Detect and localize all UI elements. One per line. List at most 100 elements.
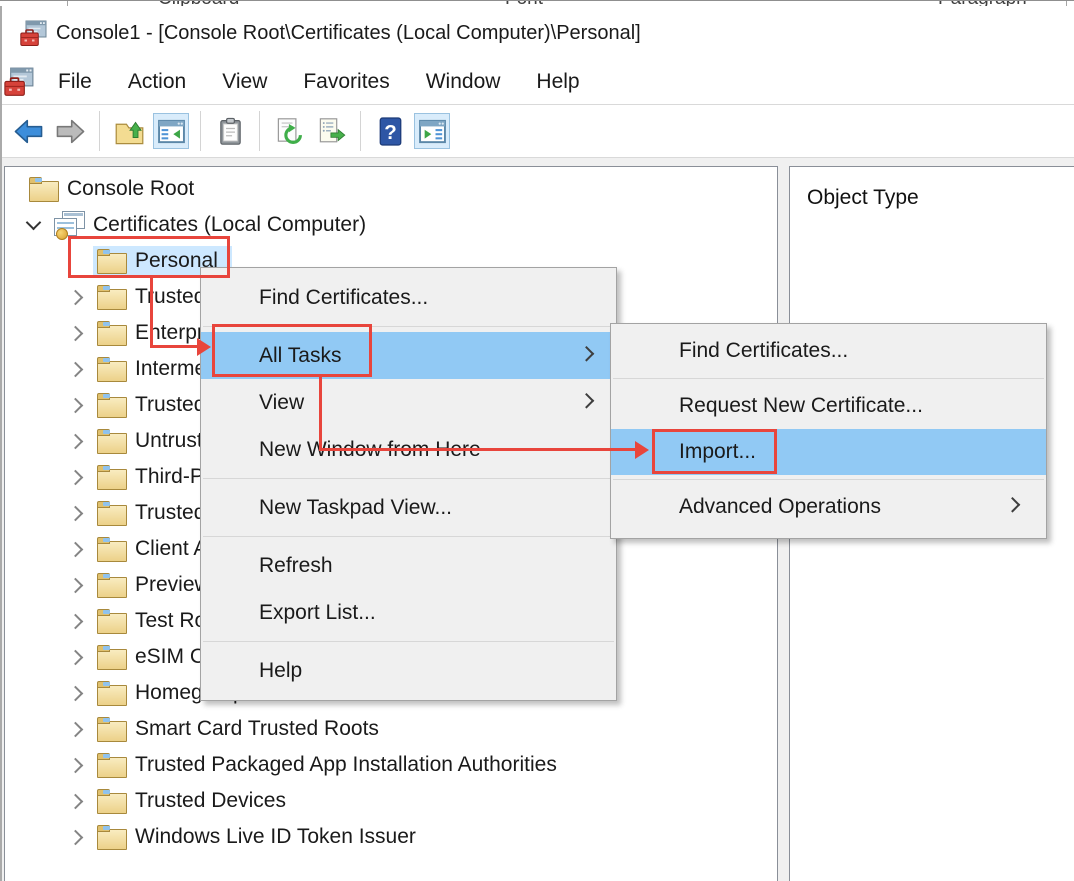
folder-icon bbox=[97, 753, 127, 778]
chevron-right-icon[interactable] bbox=[61, 544, 93, 555]
menu-action[interactable]: Action bbox=[110, 70, 204, 94]
folder-icon bbox=[97, 285, 127, 310]
up-one-level-icon bbox=[115, 117, 144, 146]
chevron-right-icon[interactable] bbox=[61, 436, 93, 447]
menu-item-label: All Tasks bbox=[259, 344, 341, 368]
refresh-button[interactable] bbox=[271, 113, 307, 149]
menu-item-help[interactable]: Help bbox=[201, 647, 616, 694]
chevron-right-icon[interactable] bbox=[61, 400, 93, 411]
submenu-arrow-icon bbox=[579, 346, 595, 362]
back-icon bbox=[14, 117, 43, 146]
menu-separator bbox=[203, 536, 614, 537]
chevron-right-icon[interactable] bbox=[61, 364, 93, 375]
up-one-level-button[interactable] bbox=[111, 113, 147, 149]
folder-icon bbox=[97, 825, 127, 850]
menu-separator bbox=[203, 326, 614, 327]
tree-item-console-root[interactable]: Console Root bbox=[5, 171, 777, 207]
tree-item-body: Certificates (Local Computer) bbox=[47, 208, 380, 242]
menu-item-find-certificates[interactable]: Find Certificates... bbox=[201, 274, 616, 321]
show-console-tree-icon bbox=[157, 117, 186, 146]
chevron-down-icon[interactable] bbox=[19, 222, 47, 228]
chevron-glyph bbox=[25, 215, 41, 231]
refresh-icon bbox=[275, 117, 304, 146]
menu-item-view[interactable]: View bbox=[201, 379, 616, 426]
folder-icon bbox=[97, 717, 127, 742]
clipboard-button[interactable] bbox=[212, 113, 248, 149]
tree-item-label: Console Root bbox=[67, 177, 194, 201]
menu-item-label: Find Certificates... bbox=[259, 286, 428, 310]
chevron-glyph bbox=[67, 361, 83, 377]
chevron-right-icon[interactable] bbox=[61, 472, 93, 483]
menu-item-label: New Window from Here bbox=[259, 438, 481, 462]
toolbar-separator bbox=[259, 111, 260, 151]
chevron-glyph bbox=[67, 829, 83, 845]
title-bar: Console1 - [Console Root\Certificates (L… bbox=[2, 6, 1074, 60]
folder-icon bbox=[97, 321, 127, 346]
chevron-right-icon[interactable] bbox=[61, 616, 93, 627]
folder-icon bbox=[97, 357, 127, 382]
back-button[interactable] bbox=[10, 113, 46, 149]
menu-favorites[interactable]: Favorites bbox=[285, 70, 407, 94]
menu-item-label: View bbox=[259, 391, 304, 415]
menu-view[interactable]: View bbox=[204, 70, 285, 94]
menu-window[interactable]: Window bbox=[408, 70, 519, 94]
menu-item-export-list[interactable]: Export List... bbox=[201, 589, 616, 636]
chevron-right-icon[interactable] bbox=[61, 724, 93, 735]
chevron-right-icon[interactable] bbox=[61, 580, 93, 591]
console-window-icon[interactable] bbox=[4, 67, 34, 97]
menu-file[interactable]: File bbox=[40, 70, 110, 94]
chevron-right-icon[interactable] bbox=[61, 832, 93, 843]
menu-bar: FileActionViewFavoritesWindowHelp bbox=[2, 60, 1074, 105]
tree-item-trusted-packaged-app-installation-authorities[interactable]: Trusted Packaged App Installation Author… bbox=[5, 747, 777, 783]
help-icon: ? bbox=[376, 117, 405, 146]
tree-item-windows-live-id-token-issuer[interactable]: Windows Live ID Token Issuer bbox=[5, 819, 777, 855]
chevron-right-icon[interactable] bbox=[61, 292, 93, 303]
chevron-glyph bbox=[67, 505, 83, 521]
chevron-glyph bbox=[67, 685, 83, 701]
chevron-right-icon[interactable] bbox=[61, 328, 93, 339]
menu-item-label: Request New Certificate... bbox=[679, 394, 923, 418]
menu-item-label: Export List... bbox=[259, 601, 376, 625]
tree-item-smart-card-trusted-roots[interactable]: Smart Card Trusted Roots bbox=[5, 711, 777, 747]
menu-help[interactable]: Help bbox=[518, 70, 597, 94]
tree-item-label: Trusted Packaged App Installation Author… bbox=[135, 753, 557, 777]
menu-item-import[interactable]: Import... bbox=[611, 429, 1046, 475]
menu-bar-items: FileActionViewFavoritesWindowHelp bbox=[40, 70, 598, 94]
folder-icon bbox=[97, 537, 127, 562]
folder-icon bbox=[97, 393, 127, 418]
chevron-right-icon[interactable] bbox=[61, 652, 93, 663]
menu-separator bbox=[613, 479, 1044, 480]
mmc-app-icon bbox=[20, 20, 47, 47]
export-list-button[interactable] bbox=[313, 113, 349, 149]
chevron-right-icon[interactable] bbox=[61, 688, 93, 699]
menu-item-all-tasks[interactable]: All Tasks bbox=[201, 332, 616, 379]
show-console-tree-button[interactable] bbox=[153, 113, 189, 149]
menu-item-find-certificates[interactable]: Find Certificates... bbox=[611, 328, 1046, 374]
tree-item-trusted-devices[interactable]: Trusted Devices bbox=[5, 783, 777, 819]
chevron-right-icon[interactable] bbox=[61, 760, 93, 771]
menu-item-new-window-from-here[interactable]: New Window from Here bbox=[201, 426, 616, 473]
toolbar-separator bbox=[200, 111, 201, 151]
tree-item-label: Certificates (Local Computer) bbox=[93, 213, 366, 237]
menu-separator bbox=[613, 378, 1044, 379]
show-action-pane-button[interactable] bbox=[414, 113, 450, 149]
tree-item-certificates-local-computer[interactable]: Certificates (Local Computer) bbox=[5, 207, 777, 243]
menu-item-request-new-certificate[interactable]: Request New Certificate... bbox=[611, 383, 1046, 429]
chevron-right-icon[interactable] bbox=[61, 508, 93, 519]
menu-item-advanced-operations[interactable]: Advanced Operations bbox=[611, 484, 1046, 530]
svg-text:?: ? bbox=[384, 120, 397, 143]
chevron-glyph bbox=[67, 793, 83, 809]
chevron-right-icon[interactable] bbox=[61, 796, 93, 807]
menu-item-refresh[interactable]: Refresh bbox=[201, 542, 616, 589]
tree-item-label: Smart Card Trusted Roots bbox=[135, 717, 379, 741]
help-button[interactable]: ? bbox=[372, 113, 408, 149]
submenu-arrow-icon bbox=[579, 393, 595, 409]
forward-icon bbox=[56, 117, 85, 146]
menu-item-new-taskpad-view[interactable]: New Taskpad View... bbox=[201, 484, 616, 531]
forward-button[interactable] bbox=[52, 113, 88, 149]
folder-icon bbox=[97, 681, 127, 706]
submenu-arrow-icon bbox=[1005, 497, 1021, 513]
chevron-glyph bbox=[67, 613, 83, 629]
folder-icon bbox=[97, 609, 127, 634]
folder-icon bbox=[97, 465, 127, 490]
